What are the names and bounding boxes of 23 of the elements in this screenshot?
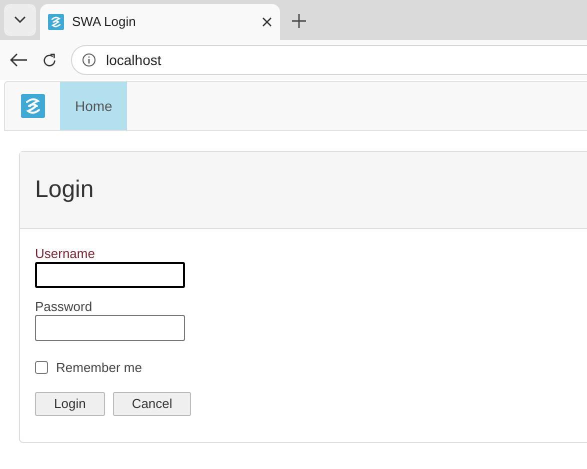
field-label: Username [35, 246, 96, 262]
form-button[interactable]: Cancel [112, 392, 192, 416]
browser-tab[interactable]: SWA Login [40, 4, 280, 40]
back-icon[interactable] [10, 53, 28, 67]
info-icon [82, 53, 96, 67]
input-field[interactable] [35, 315, 185, 341]
input-field[interactable] [35, 262, 185, 288]
field-label: Password [35, 299, 94, 315]
logo-icon [20, 94, 44, 118]
address-bar[interactable]: localhost [71, 45, 587, 75]
chevron-down-icon [14, 16, 26, 24]
new-tab-icon[interactable] [292, 14, 306, 28]
reload-icon[interactable] [42, 52, 57, 68]
tab-title: SWA Login [72, 13, 137, 32]
address-text: localhost [106, 50, 162, 70]
panel-title: Login [35, 175, 94, 205]
close-icon[interactable] [262, 17, 272, 27]
logo-icon [48, 14, 64, 30]
form-button[interactable]: Login [35, 392, 105, 416]
tab-list-button[interactable] [4, 4, 36, 36]
remember-checkbox[interactable] [35, 361, 48, 374]
nav-link[interactable]: Home [60, 82, 128, 130]
checkbox-label: Remember me [56, 359, 142, 377]
